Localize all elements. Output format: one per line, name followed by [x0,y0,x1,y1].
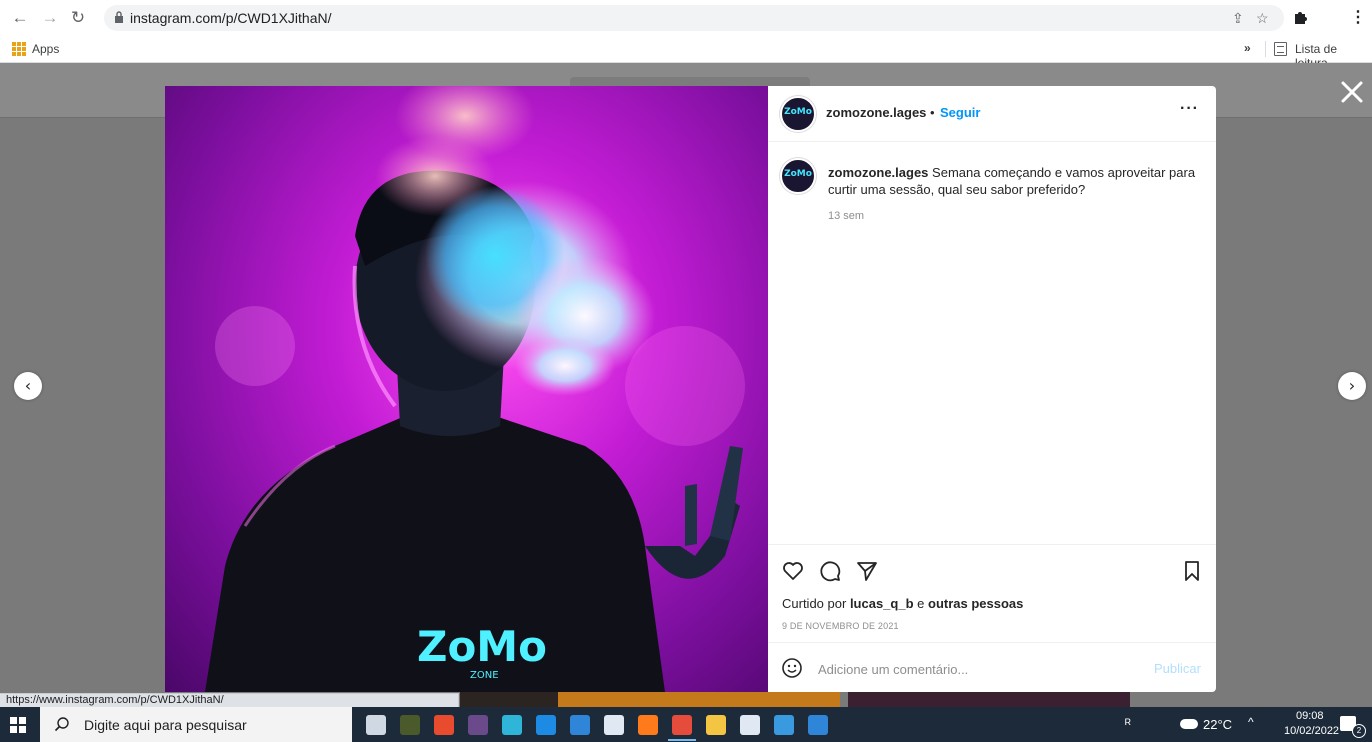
likes-summary: Curtido por lucas_q_b e outras pessoas [782,596,1023,611]
emoji-icon[interactable] [781,657,803,679]
share-icon[interactable]: ⇪ [1232,10,1244,27]
windows-start-icon[interactable] [10,717,26,733]
avatar-logo-text: ZoMo [784,107,812,117]
comment-input[interactable] [816,657,1140,681]
more-bookmarks-button[interactable]: » [1244,41,1251,55]
heart-icon[interactable] [781,559,805,583]
dropbox-icon[interactable] [604,715,624,735]
photo-logo-text: ZoMo [417,622,547,671]
post-actions: Curtido por lucas_q_b e outras pessoas 9… [768,544,1216,695]
address-bar[interactable]: instagram.com/p/CWD1XJithaN/ ⇪ ☆ [104,5,1284,31]
previous-post-button[interactable]: ‹ [14,372,42,400]
caption-avatar[interactable]: ZoMo [780,158,816,194]
header-separator: • [930,105,935,120]
windows-taskbar: Digite aqui para pesquisar ᴿ 22°C ^ 09:0… [0,707,1372,742]
extensions-puzzle-icon[interactable] [1292,9,1308,25]
liked-by-user[interactable]: lucas_q_b [850,596,914,611]
firefox-icon[interactable] [638,715,658,735]
edge-icon[interactable] [502,715,522,735]
clock-time[interactable]: 09:08 [1296,710,1324,722]
likes-prefix: Curtido por [782,596,847,611]
post-header: ZoMo zomozone.lages • Seguir ··· [768,86,1216,142]
photos-app-icon[interactable] [740,715,760,735]
avatar-logo-text: ZoMo [784,169,812,179]
people-icon[interactable]: ᴿ [1125,716,1131,731]
file-explorer-icon[interactable] [706,715,726,735]
bookmarks-divider [1265,41,1266,57]
taskbar-search-box[interactable]: Digite aqui para pesquisar [40,707,352,742]
forward-arrow-icon[interactable]: → [40,8,60,28]
url-text[interactable]: instagram.com/p/CWD1XJithaN/ [130,10,332,26]
more-options-icon[interactable]: ··· [1180,100,1199,118]
comment-icon[interactable] [818,559,842,583]
photo-logo-subtext: ZONE [470,670,499,681]
weather-temperature[interactable]: 22°C [1203,717,1232,732]
office-icon[interactable] [434,715,454,735]
star-bookmark-icon[interactable]: ☆ [1256,10,1269,27]
close-icon[interactable] [1338,78,1366,106]
caption-timestamp[interactable]: 13 sem [828,210,864,222]
browser-menu-icon[interactable]: ⋮ [1350,7,1366,27]
bookmarks-bar: Apps » Lista de leitura [0,36,1372,70]
instagram-modal-overlay: ‹ › ZoMo ZONE ZoMo zomozone.lages • Segu… [0,63,1372,707]
clock-date[interactable]: 10/02/2022 [1284,725,1339,737]
reading-list-icon[interactable] [1274,42,1287,56]
security-icon[interactable] [808,715,828,735]
store-icon[interactable] [570,715,590,735]
share-icon[interactable] [855,559,879,583]
post-caption: zomozone.lages Semana começando e vamos … [828,164,1198,198]
post-photo: ZoMo ZONE [165,86,768,692]
comment-bar: Publicar [768,642,1216,693]
apps-grid-icon[interactable] [12,42,26,56]
back-arrow-icon[interactable]: ← [10,8,30,28]
likes-connector: e [917,596,925,611]
game-icon[interactable] [468,715,488,735]
post-author-username[interactable]: zomozone.lages [826,105,926,120]
calculator-icon[interactable] [400,715,420,735]
taskbar-search-placeholder[interactable]: Digite aqui para pesquisar [84,717,247,733]
reload-icon[interactable]: ↻ [68,8,88,28]
browser-toolbar: ← → ↻ instagram.com/p/CWD1XJithaN/ ⇪ ☆ ⋮ [0,0,1372,36]
caption-username[interactable]: zomozone.lages [828,165,928,180]
other-likers-link[interactable]: outras pessoas [928,596,1023,611]
status-url-text: https://www.instagram.com/p/CWD1XJithaN/ [6,694,224,706]
publish-button[interactable]: Publicar [1154,661,1201,676]
chrome-icon[interactable] [668,715,696,741]
bookmark-icon[interactable] [1180,559,1204,583]
apps-bookmark[interactable]: Apps [32,42,59,56]
post-photo-illustration: ZoMo ZONE [205,86,745,692]
follow-button[interactable]: Seguir [940,105,980,120]
search-icon [54,717,69,732]
weather-cloud-icon[interactable] [1180,719,1198,729]
tray-expand-icon[interactable]: ^ [1248,715,1254,729]
task-view-icon[interactable] [366,715,386,735]
notification-count-badge: 2 [1352,724,1366,738]
next-post-button[interactable]: › [1338,372,1366,400]
lock-icon [115,11,123,23]
image-viewer-icon[interactable] [774,715,794,735]
mail-icon[interactable] [536,715,556,735]
post-date[interactable]: 9 DE NOVEMBRO DE 2021 [782,621,899,631]
avatar[interactable]: ZoMo [780,96,816,132]
post-details-panel: ZoMo zomozone.lages • Seguir ··· ZoMo zo… [768,86,1216,692]
